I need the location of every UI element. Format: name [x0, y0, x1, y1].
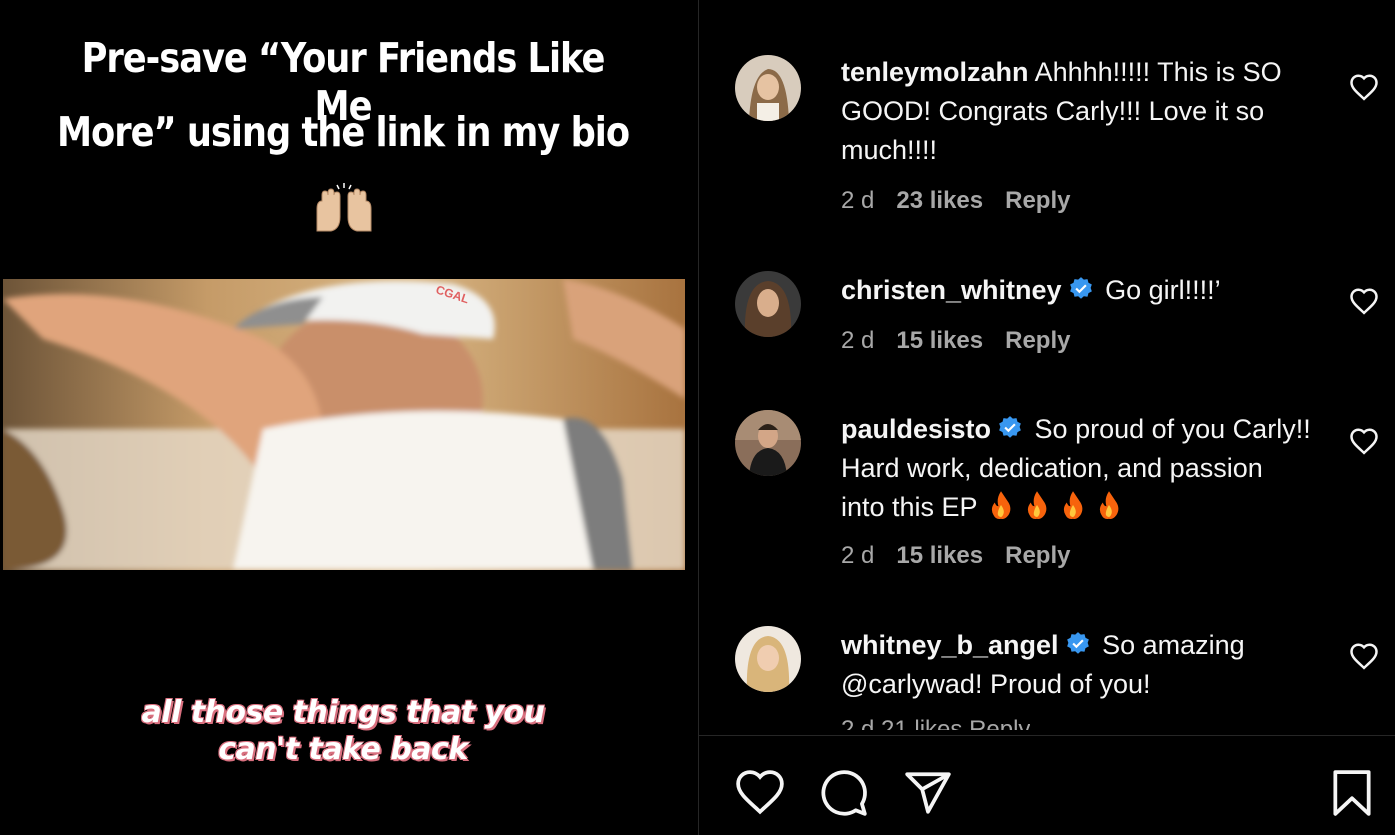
- comment-likes[interactable]: 23 likes: [896, 187, 983, 214]
- share-icon[interactable]: [903, 768, 953, 818]
- comments-panel[interactable]: tenleymolzahn Ahhhh!!!!! This is SO GOOD…: [698, 0, 1395, 835]
- video-still-image: CGAL: [3, 279, 685, 570]
- avatar[interactable]: [735, 626, 801, 692]
- comment-username[interactable]: christen_whitney: [841, 275, 1062, 305]
- avatar[interactable]: [735, 410, 801, 476]
- verified-badge-icon: [999, 416, 1021, 438]
- lyric-line-2: can't take back: [218, 732, 468, 767]
- comment-age[interactable]: 2 d: [841, 327, 874, 354]
- comment-text: Go girl!!!!’: [1105, 275, 1221, 305]
- lyric-line-1: all those things that you: [141, 695, 545, 730]
- post-media[interactable]: Pre-save “Your Friends Like Me More” usi…: [0, 0, 698, 835]
- fire-emojis: [978, 491, 1122, 522]
- reply-button[interactable]: Reply: [1005, 542, 1070, 569]
- comment-age[interactable]: 2 d: [841, 542, 874, 569]
- reply-button[interactable]: Reply: [1005, 187, 1070, 214]
- comment-age[interactable]: 2 d: [841, 187, 874, 214]
- like-comment-heart-icon[interactable]: [1349, 73, 1379, 101]
- reply-button[interactable]: Reply: [1005, 327, 1070, 354]
- fire-icon: [1099, 491, 1118, 519]
- fire-icon: [1063, 491, 1082, 519]
- verified-badge-icon: [1066, 632, 1089, 654]
- like-comment-heart-icon[interactable]: [1349, 287, 1379, 315]
- comment-icon[interactable]: [819, 768, 869, 818]
- avatar[interactable]: [735, 271, 801, 337]
- fire-icon: [991, 491, 1010, 519]
- video-frame[interactable]: CGAL: [3, 279, 685, 570]
- heart-icon[interactable]: [735, 768, 785, 818]
- bookmark-icon[interactable]: [1327, 768, 1377, 818]
- cut-off-meta-row: 2 d 21 likes Reply: [841, 716, 1031, 730]
- like-comment-heart-icon[interactable]: [1349, 642, 1379, 670]
- post-action-bar: [699, 735, 1395, 835]
- verified-badge-icon: [1069, 277, 1092, 299]
- comment-likes[interactable]: 15 likes: [896, 542, 983, 569]
- raising-hands-icon: [316, 183, 372, 232]
- comment-likes[interactable]: 15 likes: [896, 327, 983, 354]
- caption-line-2: More” using the link in my bio: [56, 108, 630, 156]
- like-comment-heart-icon[interactable]: [1349, 427, 1379, 455]
- comment-username[interactable]: pauldesisto: [841, 414, 991, 444]
- comment-username[interactable]: whitney_b_angel: [841, 630, 1059, 660]
- avatar[interactable]: [735, 55, 801, 121]
- fire-icon: [1027, 491, 1046, 519]
- comment-username[interactable]: tenleymolzahn: [841, 57, 1029, 87]
